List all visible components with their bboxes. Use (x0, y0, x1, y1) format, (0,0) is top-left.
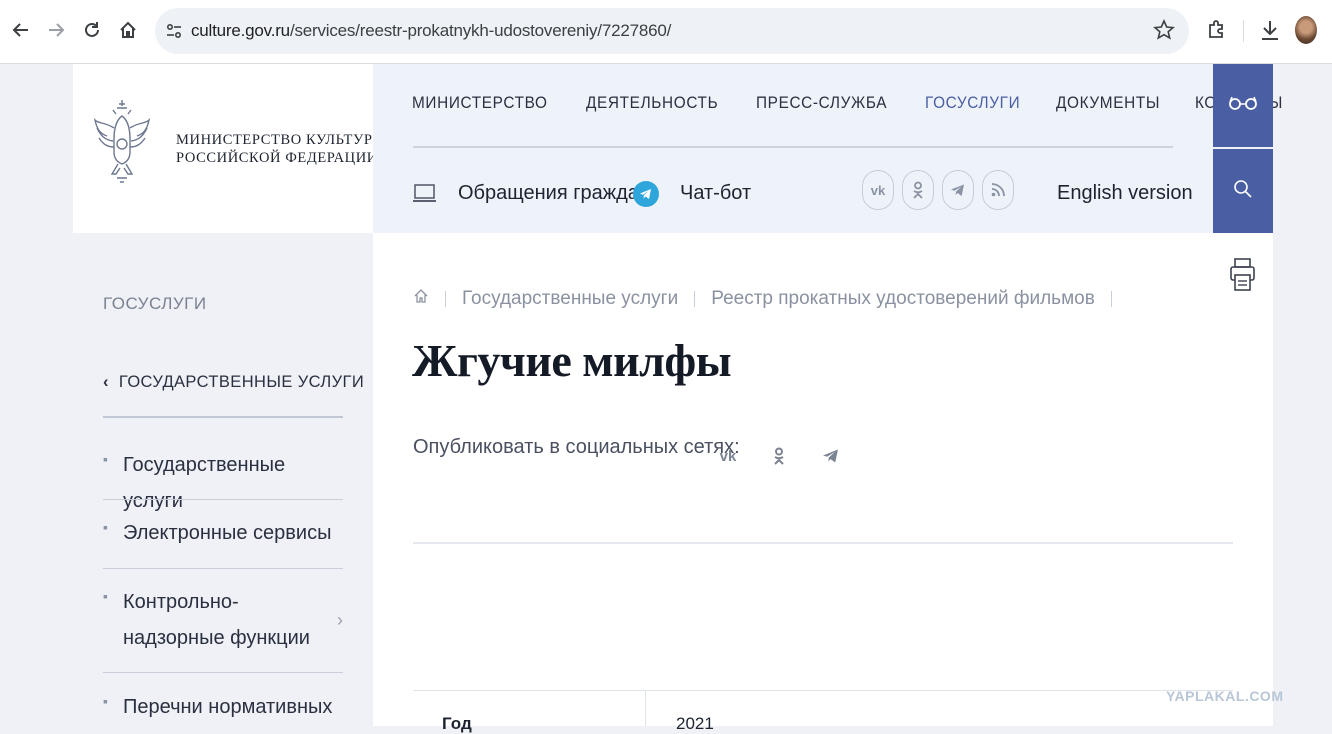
home-icon[interactable] (413, 288, 429, 310)
sidebar-item-control-functions[interactable]: ▪ Контрольно-надзорные функции › (103, 584, 343, 656)
share-label: Опубликовать в социальных сетях: (413, 436, 740, 458)
sidebar-item-normative-lists[interactable]: ▪ Перечни нормативных (103, 689, 343, 725)
sidebar-divider (103, 672, 343, 673)
ministry-name[interactable]: МИНИСТЕРСТВО КУЛЬТУРЫ РОССИЙСКОЙ ФЕДЕРАЦ… (176, 131, 386, 167)
site-header (373, 64, 1213, 233)
nav-item-activity[interactable]: ДЕЯТЕЛЬНОСТЬ (586, 94, 718, 113)
browser-toolbar: culture.gov.ru/services/reestr-prokatnyk… (0, 0, 1332, 64)
chevron-left-icon: ‹ (103, 373, 109, 391)
top-navigation: МИНИСТЕРСТВО ДЕЯТЕЛЬНОСТЬ ПРЕСС-СЛУЖБА Г… (412, 94, 1318, 113)
site-settings-icon[interactable] (163, 20, 185, 42)
content-divider (413, 542, 1233, 544)
sidebar-item-state-services[interactable]: ▪ Государственные услуги (103, 447, 343, 512)
toolbar-divider (1243, 20, 1244, 42)
breadcrumb-separator (1110, 291, 1112, 307)
breadcrumb-item-state-services[interactable]: Государственные услуги (462, 288, 678, 310)
table-cell-value: 2021 (676, 714, 714, 733)
vk-icon[interactable]: vk (862, 170, 894, 210)
citizen-appeals-link[interactable]: Обращения граждан (458, 182, 650, 205)
print-icon[interactable] (1230, 257, 1255, 293)
telegram-icon[interactable] (633, 181, 659, 207)
forward-arrow-icon[interactable] (43, 17, 69, 43)
extensions-icon[interactable] (1205, 18, 1229, 42)
bullet-icon: ▪ (103, 693, 108, 709)
table-cell-label: Год (442, 714, 472, 733)
sidebar-item-label: Перечни нормативных (123, 696, 333, 718)
share-vk-icon[interactable]: vk (716, 444, 740, 468)
coat-of-arms-icon[interactable] (93, 98, 151, 190)
sidebar-divider (103, 416, 343, 418)
chevron-right-icon: › (337, 610, 343, 630)
search-button[interactable] (1213, 149, 1273, 233)
sidebar-item-e-services[interactable]: ▪ Электронные сервисы (103, 515, 343, 551)
nav-divider (413, 146, 1173, 148)
watermark: YAPLAKAL.COM (1166, 688, 1284, 704)
rss-icon[interactable] (982, 170, 1014, 210)
sidebar-divider (103, 568, 343, 569)
computer-icon[interactable] (413, 184, 436, 204)
logo-line-1: МИНИСТЕРСТВО КУЛЬТУРЫ (176, 132, 386, 148)
sidebar-item-label: Электронные сервисы (123, 522, 332, 544)
breadcrumb-item-film-registry[interactable]: Реестр прокатных удостоверений фильмов (711, 288, 1095, 310)
url-text: culture.gov.ru/services/reestr-prokatnyk… (191, 21, 671, 41)
accessibility-button[interactable] (1213, 64, 1273, 147)
nav-item-documents[interactable]: ДОКУМЕНТЫ (1056, 94, 1160, 113)
home-icon[interactable] (115, 17, 141, 43)
breadcrumb: Государственные услуги Реестр прокатных … (413, 288, 1128, 310)
telegram-outline-icon[interactable] (942, 170, 974, 210)
bookmark-star-icon[interactable] (1153, 19, 1175, 41)
search-icon (1233, 179, 1253, 204)
odnoklassniki-icon[interactable] (902, 170, 934, 210)
url-path: /services/reestr-prokatnykh-udostovereni… (289, 21, 672, 40)
nav-item-ministry[interactable]: МИНИСТЕРСТВО (412, 94, 548, 113)
share-odnoklassniki-icon[interactable] (767, 444, 791, 468)
sidebar-divider (103, 499, 343, 500)
chatbot-link[interactable]: Чат-бот (680, 182, 751, 205)
address-bar[interactable]: culture.gov.ru/services/reestr-prokatnyk… (155, 8, 1189, 54)
table-column-divider (645, 690, 646, 726)
nav-item-services[interactable]: ГОСУСЛУГИ (925, 94, 1020, 113)
sidebar-title: ГОСУСЛУГИ (103, 294, 207, 313)
english-version-link[interactable]: English version (1057, 182, 1193, 205)
url-host: culture.gov.ru (191, 21, 290, 40)
back-arrow-icon[interactable] (8, 17, 34, 43)
reload-icon[interactable] (79, 17, 105, 43)
breadcrumb-separator (445, 291, 446, 307)
page-title: Жгучие милфы (412, 335, 732, 386)
table-border (413, 690, 1233, 691)
logo-line-2: РОССИЙСКОЙ ФЕДЕРАЦИИ (176, 150, 378, 166)
sidebar-item-label: Контрольно-надзорные функции (123, 591, 310, 649)
sidebar-back-label: ГОСУДАРСТВЕННЫЕ УСЛУГИ (118, 373, 365, 391)
bullet-icon: ▪ (103, 451, 108, 467)
sidebar-back-link[interactable]: ‹ ГОСУДАРСТВЕННЫЕ УСЛУГИ (103, 373, 364, 392)
sidebar-item-label: Государственные услуги (123, 454, 286, 512)
bullet-icon: ▪ (103, 519, 108, 535)
bullet-icon: ▪ (103, 588, 108, 604)
nav-item-press[interactable]: ПРЕСС-СЛУЖБА (756, 94, 887, 113)
breadcrumb-separator (694, 291, 696, 307)
download-icon[interactable] (1258, 18, 1282, 42)
profile-avatar[interactable] (1295, 16, 1317, 44)
share-telegram-icon[interactable] (819, 444, 843, 468)
glasses-icon (1228, 96, 1258, 115)
